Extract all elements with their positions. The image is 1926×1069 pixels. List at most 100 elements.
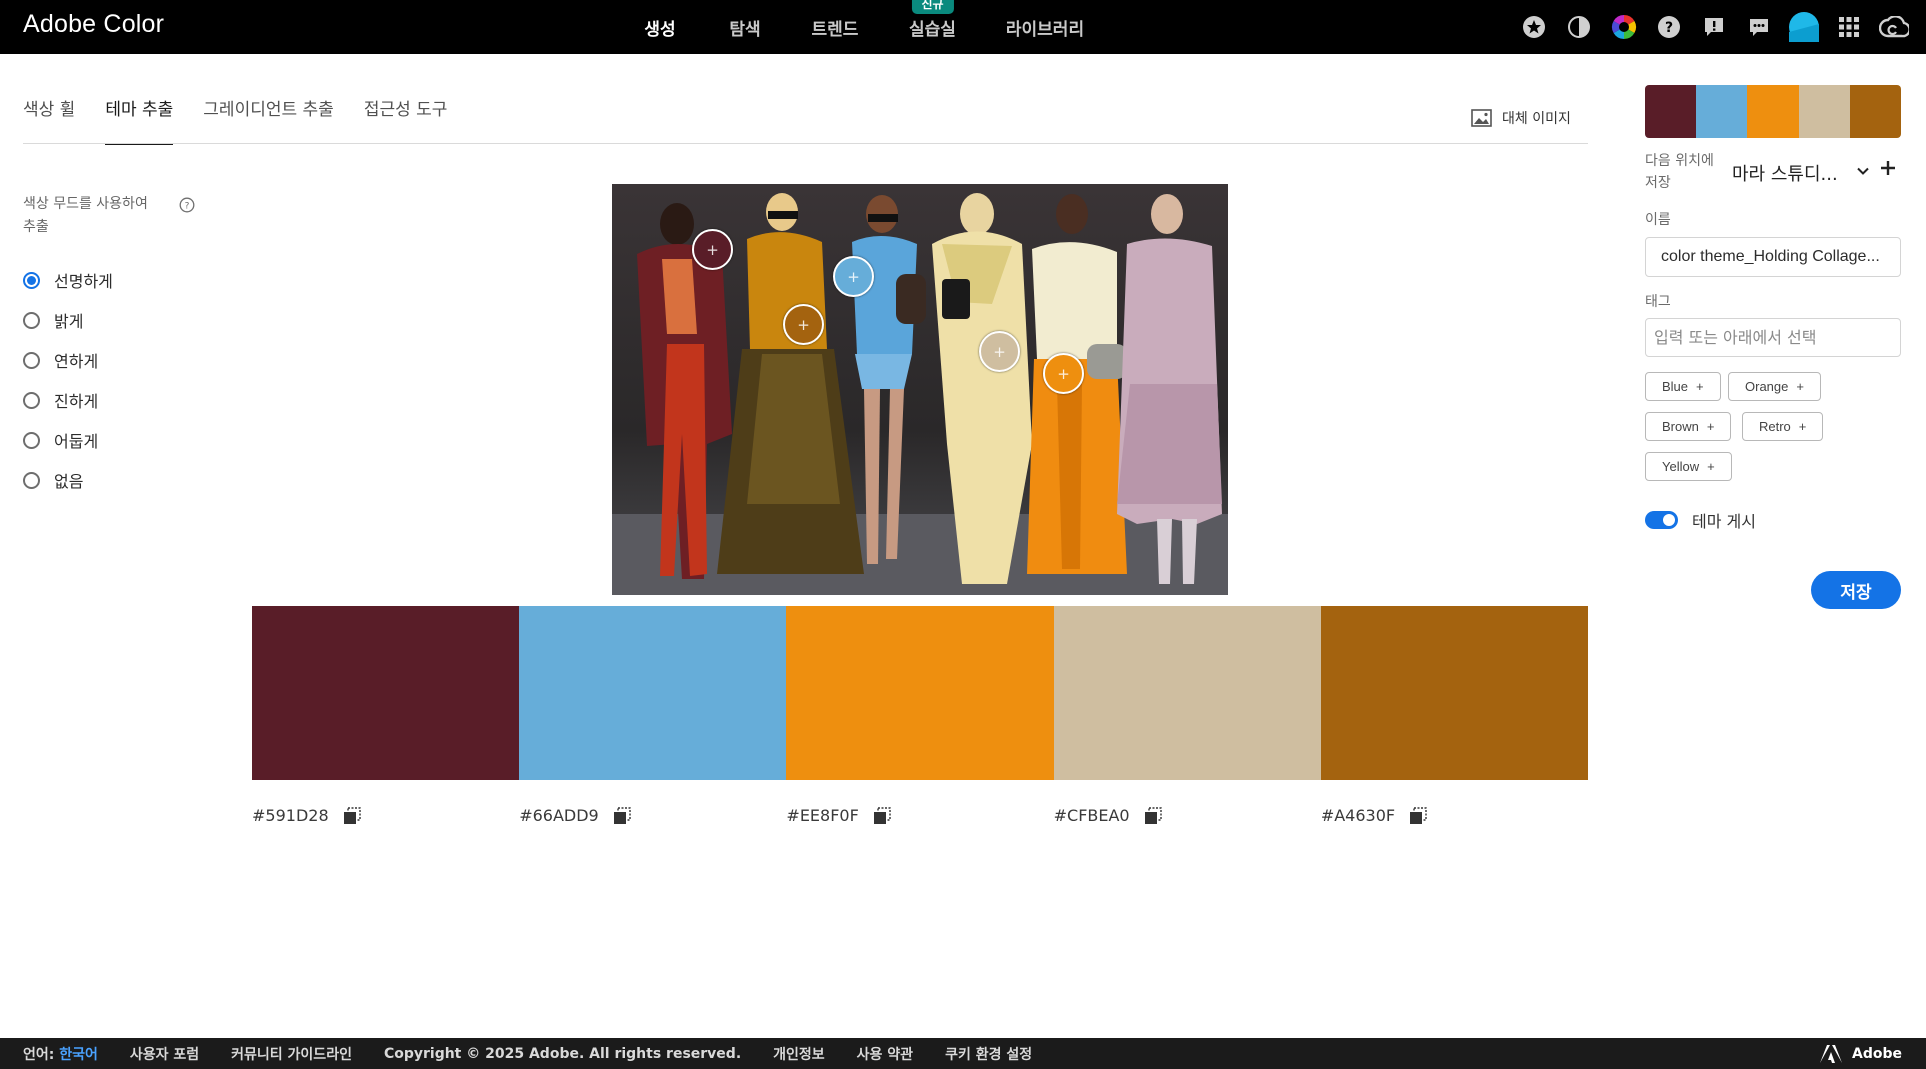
theme-name-input[interactable]: color theme_Holding Collage... (1645, 237, 1901, 277)
tab-color-wheel[interactable]: 색상 휠 (23, 95, 75, 145)
tab-extract-theme[interactable]: 테마 추출 (105, 95, 174, 145)
palette-swatches (252, 606, 1589, 780)
mood-option-label: 진하게 (54, 392, 99, 411)
color-wheel-icon[interactable] (1601, 0, 1646, 54)
mood-help-icon[interactable]: ? (179, 197, 195, 217)
image-icon (1471, 109, 1492, 127)
creative-cloud-icon[interactable] (1871, 0, 1916, 54)
language-label: 언어: (23, 1046, 55, 1063)
color-picker-handle-3[interactable]: + (1043, 353, 1084, 394)
language-selector[interactable]: 언어: 한국어 (23, 1044, 98, 1064)
mood-option-dark[interactable]: 어둡게 (23, 420, 113, 460)
radio[interactable] (23, 471, 40, 489)
swatch-4[interactable] (1053, 606, 1321, 780)
hex-cell: #A4630F (1321, 806, 1588, 825)
color-picker-handle-2[interactable]: + (833, 256, 874, 297)
radio[interactable] (23, 431, 40, 449)
footer-link-cookies[interactable]: 쿠키 환경 설정 (945, 1044, 1032, 1064)
source-photo: + + + + + (612, 184, 1228, 595)
library-select[interactable]: 마라 스튜디... (1732, 160, 1838, 186)
copy-icon[interactable] (873, 806, 891, 825)
radio[interactable] (23, 351, 40, 369)
language-value: 한국어 (59, 1046, 98, 1063)
help-icon[interactable]: ? (1646, 0, 1691, 54)
chat-icon[interactable] (1736, 0, 1781, 54)
mood-option-label: 밝게 (54, 312, 84, 331)
color-picker-handle-5[interactable]: + (783, 304, 824, 345)
copy-icon[interactable] (1144, 806, 1162, 825)
hex-value[interactable]: #591D28 (252, 806, 329, 825)
new-badge: 신규 (911, 0, 954, 14)
mood-option-label: 어둡게 (54, 432, 99, 451)
radio[interactable] (23, 391, 40, 409)
replace-image-button[interactable]: 대체 이미지 (1471, 108, 1571, 128)
chevron-down-icon[interactable] (1855, 163, 1871, 179)
swatch-5[interactable] (1320, 606, 1589, 780)
tag-chip-label: Blue (1662, 379, 1689, 394)
tag-chip-brown[interactable]: Brown + (1645, 412, 1732, 441)
tabs-divider (23, 143, 1588, 144)
nav-trends[interactable]: 트렌드 (790, 0, 880, 54)
mood-option-label: 없음 (54, 472, 84, 491)
hex-cell: #EE8F0F (786, 806, 1053, 825)
footer-link-forum[interactable]: 사용자 포럼 (130, 1044, 199, 1064)
mood-option-deep[interactable]: 진하게 (23, 380, 113, 420)
nav-create[interactable]: 생성 (620, 0, 700, 54)
tag-chip-label: Orange (1745, 379, 1789, 394)
nav-explore-label: 탐색 (729, 19, 761, 40)
tag-chip-retro[interactable]: Retro + (1742, 412, 1824, 441)
tab-extract-gradient[interactable]: 그레이디언트 추출 (203, 95, 334, 145)
mood-option-none[interactable]: 없음 (23, 460, 113, 500)
preview-swatch (1849, 85, 1901, 138)
footer-link-privacy[interactable]: 개인정보 (773, 1044, 825, 1064)
publish-toggle[interactable] (1645, 511, 1678, 529)
adobe-logo-icon (1820, 1045, 1842, 1063)
nav-libraries[interactable]: 라이브러리 (985, 0, 1105, 54)
hex-code-row: #591D28 #66ADD9 #EE8F0F #CFBEA0 #A4630F (252, 806, 1588, 825)
preview-swatch (1747, 85, 1799, 138)
apps-grid-icon[interactable] (1826, 0, 1871, 54)
nav-libraries-label: 라이브러리 (1005, 19, 1085, 40)
swatch-1[interactable] (252, 606, 520, 780)
tab-accessibility-tools[interactable]: 접근성 도구 (364, 95, 448, 145)
feedback-icon[interactable] (1691, 0, 1736, 54)
copy-icon[interactable] (613, 806, 631, 825)
hex-value[interactable]: #CFBEA0 (1054, 806, 1130, 825)
color-picker-handle-1[interactable]: + (692, 229, 733, 270)
tag-chip-yellow[interactable]: Yellow + (1645, 452, 1732, 481)
hex-value[interactable]: #EE8F0F (786, 806, 858, 825)
nav-lab[interactable]: 신규 실습실 (880, 0, 985, 54)
mood-option-label: 연하게 (54, 352, 99, 371)
footer-link-guidelines[interactable]: 커뮤니티 가이드라인 (231, 1044, 352, 1064)
color-picker-handle-4[interactable]: + (979, 331, 1020, 372)
swatch-2[interactable] (519, 606, 787, 780)
mood-radio-group: 선명하게 밝게 연하게 진하게 어둡게 없음 (23, 260, 113, 500)
mood-option-bright[interactable]: 밝게 (23, 300, 113, 340)
radio-selected[interactable] (23, 271, 40, 289)
mood-option-vivid[interactable]: 선명하게 (23, 260, 113, 300)
app-logo-text[interactable]: Adobe Color (23, 10, 164, 39)
copy-icon[interactable] (1409, 806, 1427, 825)
favorites-icon[interactable] (1511, 0, 1556, 54)
footer-link-terms[interactable]: 사용 약관 (857, 1044, 913, 1064)
contrast-icon[interactable] (1556, 0, 1601, 54)
top-bar: Adobe Color 생성 탐색 트렌드 신규 실습실 라이브러리 ? (0, 0, 1926, 54)
add-library-icon[interactable] (1878, 158, 1898, 178)
hex-value[interactable]: #66ADD9 (519, 806, 599, 825)
footer-adobe-logo[interactable]: Adobe (1820, 1045, 1902, 1063)
tag-chip-label: Retro (1759, 419, 1791, 434)
tag-chip-blue[interactable]: Blue + (1645, 372, 1721, 401)
hex-value[interactable]: #A4630F (1321, 806, 1395, 825)
tag-chip-orange[interactable]: Orange + (1728, 372, 1821, 401)
publish-row: 테마 게시 (1645, 508, 1756, 532)
avatar[interactable] (1781, 0, 1826, 54)
swatch-3[interactable] (786, 606, 1054, 780)
save-button[interactable]: 저장 (1811, 571, 1901, 609)
radio[interactable] (23, 311, 40, 329)
tag-input[interactable]: 입력 또는 아래에서 선택 (1645, 318, 1901, 357)
hex-cell: #66ADD9 (519, 806, 786, 825)
nav-explore[interactable]: 탐색 (700, 0, 790, 54)
copy-icon[interactable] (343, 806, 361, 825)
footer-copyright: Copyright © 2025 Adobe. All rights reser… (383, 1045, 742, 1062)
mood-option-muted[interactable]: 연하게 (23, 340, 113, 380)
